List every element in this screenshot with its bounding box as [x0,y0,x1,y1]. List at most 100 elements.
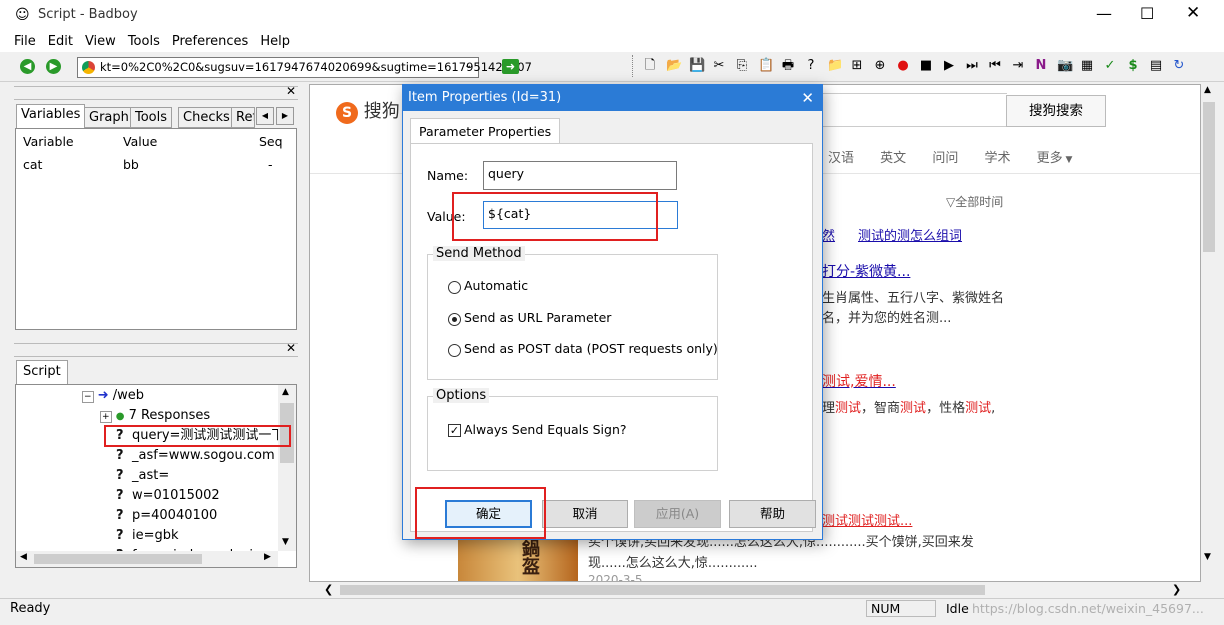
search-box[interactable] [822,93,1007,127]
variable-name-cell[interactable]: cat [23,157,42,172]
tree-node-web[interactable]: − ➜ /web [82,386,144,406]
check-icon[interactable]: ✓ [1103,58,1117,74]
nav-wenwen[interactable]: 问问 [932,151,958,166]
column-variable[interactable]: Variable [23,134,74,149]
scroll-thumb[interactable] [1203,102,1215,252]
menu-item-preferences[interactable]: Preferences [166,32,254,51]
minimize-button[interactable]: — [1096,4,1112,23]
tree-node-responses[interactable]: + ● 7 Responses [100,406,210,426]
stop-icon[interactable]: ■ [919,58,933,74]
result-2-link[interactable]: 测试,爱情... [822,371,896,391]
forward-icon[interactable]: ▶ [46,59,61,74]
back-icon[interactable]: ◀ [20,59,35,74]
help-button[interactable]: 帮助 [729,500,816,528]
checkbox-equals-sign-label[interactable]: Always Send Equals Sign? [464,422,627,437]
rewind-icon[interactable]: ⏮ [988,58,1002,74]
grid-icon[interactable]: ▦ [1080,58,1094,74]
nav-english[interactable]: 英文 [880,151,906,166]
help-icon[interactable]: ? [804,58,818,74]
scroll-down-icon[interactable]: ▼ [282,537,289,547]
tab-checks[interactable]: Checks [178,107,235,128]
name-field[interactable]: query [483,161,677,190]
radio-url-parameter-label[interactable]: Send as URL Parameter [464,310,611,325]
radio-automatic[interactable] [448,281,461,294]
scroll-left-icon[interactable]: ◀ [20,552,27,562]
step-icon[interactable]: ⇥ [1011,58,1025,74]
browser-hscrollbar[interactable]: ❮ ❯ [320,582,1188,598]
collapse-icon[interactable]: − [82,391,94,403]
expand-icon[interactable]: + [100,411,112,423]
scroll-down-icon[interactable]: ▼ [1204,552,1211,562]
tree-param[interactable]: ? p=40040100 [106,506,217,526]
scroll-right-icon[interactable]: ❯ [1172,583,1181,596]
column-value[interactable]: Value [123,134,157,149]
scroll-right-icon[interactable]: ▶ [264,552,271,562]
add-item-icon[interactable]: ⊕ [873,58,887,74]
navigate-icon[interactable]: N [1034,58,1048,74]
refresh-icon[interactable]: ↻ [1172,58,1186,74]
print-icon[interactable]: 🖶 [781,58,795,74]
hscroll-thumb[interactable] [34,554,202,564]
new-icon[interactable]: 🗋 [643,58,657,74]
close-icon[interactable]: ✕ [286,341,296,355]
related-link-1[interactable]: 然 [822,225,835,244]
tree-param[interactable]: ? w=01015002 [106,486,220,506]
chevron-down-icon[interactable]: ⌄ [464,60,472,71]
nav-hanyu[interactable]: 汉语 [828,151,854,166]
search-button[interactable]: 搜狗搜索 [1006,95,1106,127]
browser-vscrollbar[interactable]: ▲ ▼ [1201,84,1217,582]
close-button[interactable]: ✕ [1186,3,1200,23]
address-bar[interactable]: kt=0%2C0%2C0&sugsuv=1617947674020699&sug… [77,57,532,78]
add-step-icon[interactable]: ⊞ [850,58,864,74]
go-icon[interactable]: ➜ [502,59,519,74]
scroll-up-icon[interactable]: ▲ [1204,85,1211,95]
related-link-2[interactable]: 测试的测怎么组词 [858,225,962,244]
cut-icon[interactable]: ✂ [712,58,726,74]
close-icon[interactable]: ✕ [286,84,296,98]
radio-automatic-label[interactable]: Automatic [464,278,528,293]
tree-param[interactable]: ? ie=gbk [106,526,179,546]
tab-tools[interactable]: Tools [130,107,173,128]
checkbox-equals-sign[interactable]: ✓ [448,424,461,437]
close-icon[interactable]: ✕ [801,85,814,111]
hscroll-thumb[interactable] [340,585,985,595]
radio-url-parameter[interactable] [448,313,461,326]
maximize-button[interactable]: ☐ [1140,4,1154,23]
menu-item-tools[interactable]: Tools [122,32,166,51]
result-3-link[interactable]: 测试测试测试... [822,510,912,529]
tree-hscrollbar[interactable]: ◀ ▶ [16,551,278,567]
radio-post-data[interactable] [448,344,461,357]
menu-item-help[interactable]: Help [254,32,296,51]
tab-script[interactable]: Script [16,360,68,384]
tab-scroll-right[interactable]: ▶ [276,107,294,125]
menu-item-file[interactable]: File [8,32,42,51]
result-1-link[interactable]: 打分-紫微黄... [822,261,910,281]
variable-value-cell[interactable]: bb [123,157,139,172]
save-icon[interactable]: 💾 [689,58,705,74]
variable-icon[interactable]: $ [1126,58,1140,74]
play-icon[interactable]: ▶ [942,58,956,74]
paste-icon[interactable]: 📋 [758,58,774,74]
scroll-up-icon[interactable]: ▲ [282,387,289,397]
variable-seq-cell[interactable]: - [268,157,273,172]
nav-more[interactable]: 更多 [1037,151,1063,166]
tree-vscrollbar[interactable]: ▲ ▼ [278,385,296,551]
screenshot-icon[interactable]: 📷 [1057,58,1073,74]
tab-parameter-properties[interactable]: Parameter Properties [410,118,561,144]
apply-button[interactable]: 应用(A) [634,500,721,528]
time-filter[interactable]: ▽全部时间 [946,193,1003,210]
cancel-button[interactable]: 取消 [542,500,628,528]
scroll-left-icon[interactable]: ❮ [324,583,333,596]
open-icon[interactable]: 📂 [666,58,682,74]
record-icon[interactable]: ● [896,58,910,74]
folder-icon[interactable]: 📁 [827,58,843,74]
radio-post-data-label[interactable]: Send as POST data (POST requests only) [464,341,718,356]
tree-param[interactable]: ? _ast= [106,466,169,486]
tab-scroll-left[interactable]: ◀ [256,107,274,125]
tab-variables[interactable]: Variables [16,104,86,128]
play-all-icon[interactable]: ⏭ [965,58,979,74]
tab-graph[interactable]: Graph [84,107,134,128]
column-seq[interactable]: Seq [259,134,283,149]
copy-icon[interactable]: ⎘ [735,58,749,74]
tree-param[interactable]: ? _asf=www.sogou.com [106,446,275,466]
